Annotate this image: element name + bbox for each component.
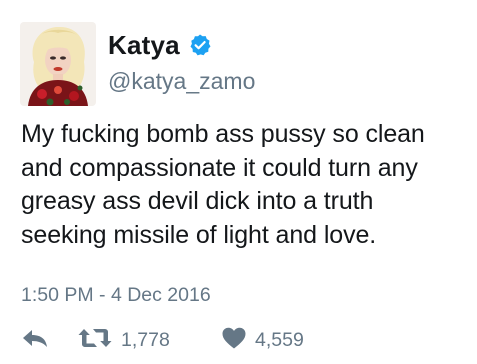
name-row: Katya <box>108 28 212 62</box>
tweet-text-line: greasy ass devil dick into a truth <box>21 187 374 215</box>
verified-badge-icon <box>188 33 212 57</box>
like-count: 4,559 <box>255 328 304 351</box>
retweet-icon <box>77 326 113 355</box>
reply-button[interactable] <box>21 325 49 355</box>
display-name[interactable]: Katya <box>108 30 180 61</box>
tweet-text-line: seeking missile of light and love. <box>21 220 377 249</box>
tweet-text: My fucking bomb ass pussy so clean and c… <box>21 118 471 252</box>
retweet-count: 1,778 <box>121 328 170 351</box>
retweet-button[interactable]: 1,778 <box>77 325 170 355</box>
tweet-card: Katya @katya_zamo My fucking bomb ass pu… <box>0 0 477 364</box>
avatar-image <box>20 22 96 106</box>
user-handle[interactable]: @katya_zamo <box>108 68 255 95</box>
heart-icon <box>221 326 247 355</box>
tweet-actions: 1,778 4,559 <box>21 325 461 355</box>
avatar[interactable] <box>20 22 96 106</box>
tweet-text-line: and compassionate it could turn any <box>21 153 418 182</box>
like-button[interactable]: 4,559 <box>221 325 304 355</box>
tweet-header: Katya @katya_zamo <box>20 18 460 106</box>
tweet-text-line: My fucking bomb ass pussy so clean <box>21 120 425 148</box>
reply-icon <box>21 326 49 355</box>
tweet-timestamp[interactable]: 1:50 PM - 4 Dec 2016 <box>21 284 211 307</box>
